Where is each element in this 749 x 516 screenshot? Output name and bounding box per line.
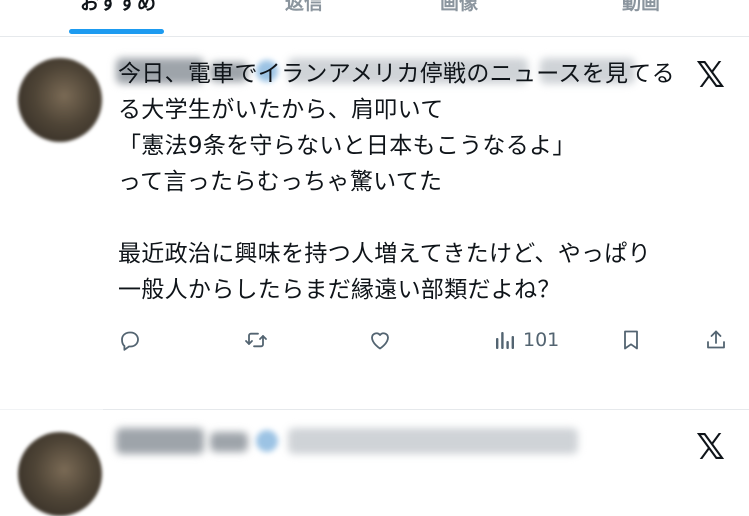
display-name-redacted [116,428,204,454]
tweet-text-line: 最近政治に興味を持つ人増えてきたけど、やっぱり [118,241,651,267]
tab-bar: おすすめ 返信 画像 動画 [0,0,749,37]
share-icon [707,330,725,349]
tweet-actions: 101 [0,325,749,355]
views-button[interactable]: 101 [493,325,559,355]
views-icon [496,332,514,349]
tweet-text-line: 今日、電車でイランアメリカ停戦のニュースを見てる [118,61,675,87]
reply-button[interactable] [118,325,142,355]
retweet-button[interactable] [244,325,268,355]
share-button[interactable] [704,325,728,355]
active-tab-indicator [69,29,164,34]
handle-redacted [288,428,578,454]
like-button[interactable] [368,325,392,355]
tweet-text-line: る大学生がいたから、肩叩いて [118,97,444,123]
tweet-text-line: って言ったらむっちゃ驚いてた [118,169,443,195]
display-name-redacted-2 [210,432,248,452]
x-logo-icon: 𝕏 [696,427,726,468]
bookmark-button[interactable] [619,325,643,355]
avatar[interactable] [18,58,102,142]
retweet-icon [245,332,267,348]
tweet-text-line [118,200,738,236]
tab-label: 画像 [440,0,479,14]
views-count: 101 [523,329,560,351]
tab-label: 動画 [622,0,661,14]
tweet-text-line: 「憲法9条を守らないと日本もこうなるよ」 [118,133,576,159]
reply-icon [121,331,139,351]
avatar[interactable] [18,432,102,516]
tweet-text: 今日、電車でイランアメリカ停戦のニュースを見てる る大学生がいたから、肩叩いて … [118,56,738,308]
tab-label: おすすめ [80,0,157,14]
tweet-text-line: 一般人からしたらまだ縁遠い部類だよね？ [118,277,561,303]
bookmark-icon [624,330,638,350]
heart-icon [371,332,389,350]
tab-label: 返信 [285,0,324,14]
verified-badge-icon [256,430,278,452]
